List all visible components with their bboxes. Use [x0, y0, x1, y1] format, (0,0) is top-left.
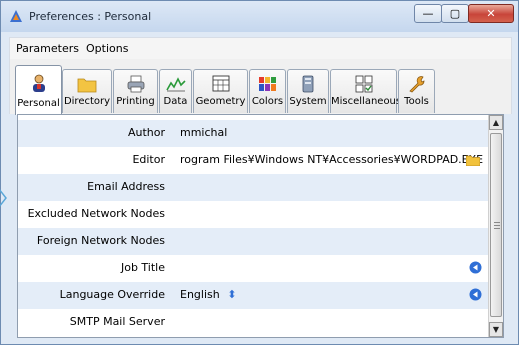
menu-options[interactable]: Options [86, 42, 128, 55]
field-label: Excluded Network Nodes [27, 207, 165, 220]
scroll-down-icon[interactable]: ▼ [489, 322, 503, 337]
language-select[interactable]: English ⬍ [180, 288, 236, 301]
tab-label: Miscellaneous [331, 96, 402, 107]
field-row-foreign-nodes: Foreign Network Nodes [18, 228, 488, 255]
minimize-button[interactable]: — [414, 4, 442, 23]
printer-icon [127, 75, 144, 93]
chart-icon [165, 77, 186, 92]
folder-icon [77, 78, 97, 93]
tab-label: Printing [116, 96, 155, 107]
spinner-icon[interactable]: ⬍ [227, 288, 236, 301]
fields-list: Author mmichal Editor rogram Files¥Windo… [18, 115, 488, 337]
palette-icon [258, 77, 276, 91]
field-label: Editor [132, 153, 165, 166]
field-row-smtp: SMTP Mail Server [18, 309, 488, 336]
reset-icon[interactable] [469, 288, 482, 301]
tab-label: Tools [404, 96, 429, 107]
window-title: Preferences : Personal [29, 10, 152, 23]
fields-panel: Author mmichal Editor rogram Files¥Windo… [17, 114, 504, 338]
scroll-up-icon[interactable]: ▲ [489, 115, 503, 130]
app-icon [10, 10, 22, 22]
editor-field[interactable]: rogram Files¥Windows NT¥Accessories¥WORD… [180, 153, 483, 166]
field-row-email: Email Address [18, 174, 488, 201]
close-button[interactable]: ✕ [468, 4, 514, 23]
field-label: SMTP Mail Server [69, 315, 165, 328]
maximize-icon: ▢ [449, 7, 461, 20]
maximize-button[interactable]: ▢ [441, 4, 469, 23]
title-bar[interactable]: Preferences : Personal — ▢ ✕ [1, 1, 518, 32]
field-label: Language Override [59, 288, 165, 301]
tab-geometry[interactable]: Geometry [193, 69, 248, 113]
tab-data[interactable]: Data [159, 69, 192, 113]
field-row-author: Author mmichal [18, 120, 488, 147]
tab-label: Personal [17, 98, 60, 109]
field-row-job-title: Job Title [18, 255, 488, 282]
field-label: Foreign Network Nodes [36, 234, 165, 247]
field-label: Job Title [120, 261, 165, 274]
field-row-language: Language Override English ⬍ [18, 282, 488, 309]
preferences-window: Preferences : Personal — ▢ ✕ Parameters … [0, 0, 519, 345]
checklist-icon [355, 75, 372, 93]
left-edge-arrow-icon [0, 189, 7, 207]
tab-directory[interactable]: Directory [62, 69, 112, 113]
system-icon [302, 75, 314, 93]
grid-icon [212, 75, 229, 92]
menu-parameters[interactable]: Parameters [16, 42, 79, 55]
wrench-icon [408, 76, 424, 93]
tab-toolbar: Personal Directory Printing Data Geometr… [9, 59, 512, 115]
menu-bar: Parameters Options [9, 37, 512, 59]
tab-label: System [289, 96, 327, 107]
tab-label: Directory [63, 96, 111, 107]
tab-label: Geometry [195, 96, 246, 107]
tab-colors[interactable]: Colors [249, 69, 286, 113]
field-row-editor: Editor rogram Files¥Windows NT¥Accessori… [18, 147, 488, 174]
tab-miscellaneous[interactable]: Miscellaneous [330, 69, 402, 113]
person-icon [32, 74, 45, 92]
minimize-icon: — [422, 7, 434, 20]
field-label: Email Address [87, 180, 165, 193]
reset-icon[interactable] [469, 261, 482, 274]
tab-tools[interactable]: Tools [398, 69, 435, 113]
field-row-excluded-nodes: Excluded Network Nodes [18, 201, 488, 228]
folder-icon[interactable] [466, 154, 480, 166]
author-field[interactable]: mmichal [180, 126, 227, 139]
close-icon: ✕ [486, 7, 496, 20]
language-value: English [180, 288, 220, 301]
field-label: Author [127, 126, 165, 139]
tab-printing[interactable]: Printing [113, 69, 158, 113]
tab-system[interactable]: System [287, 69, 329, 113]
scroll-thumb[interactable] [490, 133, 502, 317]
tab-label: Colors [251, 96, 284, 107]
tab-personal[interactable]: Personal [15, 65, 62, 115]
vertical-scrollbar[interactable]: ▲ ▼ [488, 115, 503, 337]
tab-label: Data [163, 96, 188, 107]
